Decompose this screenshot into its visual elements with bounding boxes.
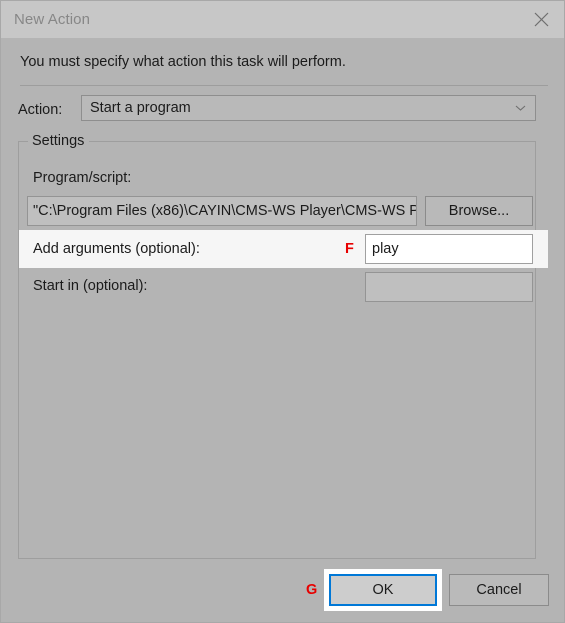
new-action-dialog: New Action You must specify what action … xyxy=(0,0,565,623)
window-title: New Action xyxy=(14,11,91,28)
settings-legend: Settings xyxy=(28,133,90,149)
action-dropdown-value: Start a program xyxy=(90,100,191,116)
browse-button[interactable]: Browse... xyxy=(425,196,533,226)
program-script-value: "C:\Program Files (x86)\CAYIN\CMS-WS Pla… xyxy=(33,203,416,219)
instruction-text: You must specify what action this task w… xyxy=(20,54,346,70)
ok-button-focus-halo: OK xyxy=(324,569,442,611)
start-in-input[interactable] xyxy=(365,272,533,302)
add-arguments-value: play xyxy=(372,241,399,257)
action-dropdown[interactable]: Start a program xyxy=(81,95,536,121)
title-bar: New Action xyxy=(1,1,564,38)
program-script-input[interactable]: "C:\Program Files (x86)\CAYIN\CMS-WS Pla… xyxy=(27,196,417,226)
add-arguments-input[interactable]: play xyxy=(365,234,533,264)
action-label: Action: xyxy=(18,102,63,118)
close-icon[interactable] xyxy=(518,1,564,38)
annotation-marker-g: G xyxy=(306,582,318,598)
add-arguments-label: Add arguments (optional): xyxy=(33,241,200,257)
start-in-label: Start in (optional): xyxy=(33,278,148,294)
close-glyph xyxy=(534,12,548,27)
ok-button[interactable]: OK xyxy=(329,574,437,606)
annotation-marker-f: F xyxy=(345,241,354,257)
chevron-glyph xyxy=(515,105,526,111)
program-script-label: Program/script: xyxy=(33,170,132,186)
chevron-down-icon xyxy=(515,105,526,112)
cancel-button[interactable]: Cancel xyxy=(449,574,549,606)
header-divider xyxy=(20,85,548,86)
